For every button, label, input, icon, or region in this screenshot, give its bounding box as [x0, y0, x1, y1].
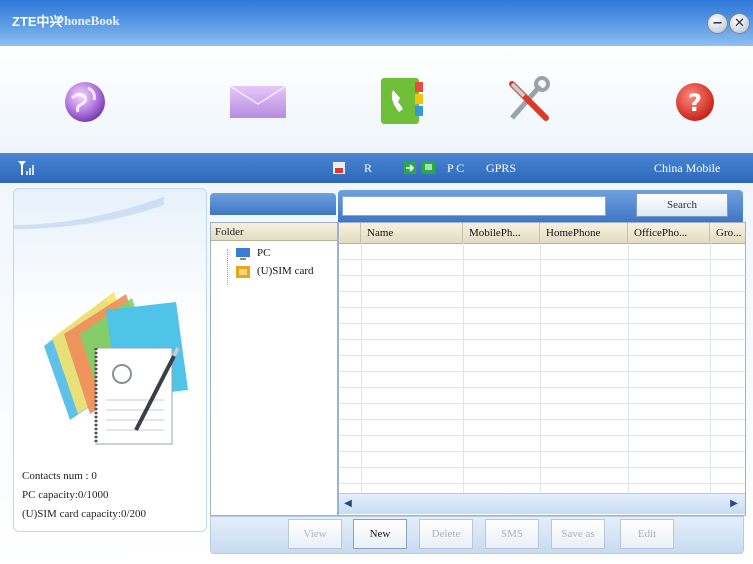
table-column-divider [361, 243, 362, 493]
help-button[interactable]: ? [668, 74, 722, 128]
table-row [339, 259, 745, 260]
mode-indicator: P C [447, 161, 465, 175]
folder-item-label: (U)SIM card [257, 265, 314, 277]
sim-card-folder-icon [236, 266, 250, 278]
help-icon: ? [676, 83, 714, 121]
table-column-divider [628, 243, 629, 493]
view-button[interactable]: View [288, 519, 342, 549]
scroll-left-arrow-icon[interactable]: ◀ [341, 497, 355, 511]
sms-button[interactable] [228, 74, 287, 128]
table-row [339, 275, 745, 276]
window-title: PhoneBook [56, 13, 120, 28]
tree-connector [227, 249, 229, 285]
close-icon: ✕ [734, 16, 745, 31]
table-column-divider [540, 243, 541, 493]
phonebook-button[interactable] [375, 74, 429, 128]
table-row [339, 339, 745, 340]
minimize-button[interactable]: − [707, 13, 728, 34]
table-row [339, 419, 745, 420]
column-header-home[interactable]: HomePhone [540, 223, 628, 243]
sim-capacity: (U)SIM card capacity:0/200 [22, 508, 147, 520]
table-row [339, 483, 745, 484]
connection-arrow-icon [404, 162, 416, 174]
settings-tools-icon [509, 76, 550, 121]
column-header-name[interactable]: Name [361, 223, 463, 243]
table-row [339, 435, 745, 436]
folder-tree: Folder PC (U)SIM card [210, 222, 338, 516]
search-input[interactable] [342, 196, 606, 216]
scroll-right-arrow-icon[interactable]: ▶ [727, 497, 741, 511]
sms-send-button[interactable]: SMS [485, 519, 539, 549]
save-as-button[interactable]: Save as [551, 519, 605, 549]
close-button[interactable]: ✕ [729, 13, 750, 34]
horizontal-scrollbar[interactable]: ◀ ▶ [339, 493, 745, 514]
table-row [339, 323, 745, 324]
svg-text:?: ? [688, 89, 702, 117]
pc-capacity: PC capacity:0/1000 [22, 489, 109, 501]
internet-globe-icon [65, 82, 105, 122]
edit-button[interactable]: Edit [620, 519, 674, 549]
operator-name: China Mobile [654, 161, 721, 175]
phonebook-icon [381, 78, 423, 124]
table-row [339, 355, 745, 356]
sms-envelope-icon [229, 85, 287, 118]
pc-icon [236, 248, 250, 260]
pc-mode-icon [422, 161, 435, 174]
search-button[interactable]: Search [636, 193, 728, 217]
table-row [339, 371, 745, 372]
brand-logo: ZTE中兴 [12, 14, 63, 29]
settings-button[interactable] [502, 74, 556, 128]
minimize-icon: − [712, 16, 723, 31]
table-row [339, 291, 745, 292]
panel-swoosh-decoration [14, 197, 164, 229]
table-row [339, 403, 745, 404]
phonebook-window: ZTE中兴 PhoneBook − ✕ ? R P C GPRS China M… [0, 0, 753, 564]
table-column-divider [710, 243, 711, 493]
column-header-select[interactable] [339, 223, 361, 243]
delete-button[interactable]: Delete [419, 519, 473, 549]
new-button[interactable]: New [353, 519, 407, 549]
contacts-count: Contacts num : 0 [22, 470, 97, 482]
table-header: Name MobilePh... HomePhone OfficePho... … [339, 223, 745, 244]
internet-button[interactable] [58, 74, 112, 128]
title-bar[interactable]: ZTE中兴 PhoneBook − ✕ [0, 0, 753, 46]
folder-header: Folder [211, 223, 337, 241]
table-row [339, 451, 745, 452]
table-row [339, 467, 745, 468]
column-header-office[interactable]: OfficePho... [628, 223, 710, 243]
folder-header-band [210, 193, 336, 215]
network-type: GPRS [486, 161, 517, 175]
main-toolbar: ? [0, 46, 753, 152]
status-bar: R P C GPRS China Mobile [0, 153, 753, 183]
column-header-mobile[interactable]: MobilePh... [463, 223, 540, 243]
table-row [339, 307, 745, 308]
contacts-table[interactable]: Name MobilePh... HomePhone OfficePho... … [338, 222, 746, 516]
contacts-illustration [44, 292, 188, 445]
table-column-divider [463, 243, 464, 493]
table-row [339, 387, 745, 388]
signal-strength-icon [18, 161, 34, 175]
sim-card-icon [333, 162, 345, 174]
column-header-group[interactable]: Gro... [710, 223, 745, 243]
folder-item-label: PC [257, 247, 271, 259]
roaming-indicator: R [364, 161, 373, 175]
